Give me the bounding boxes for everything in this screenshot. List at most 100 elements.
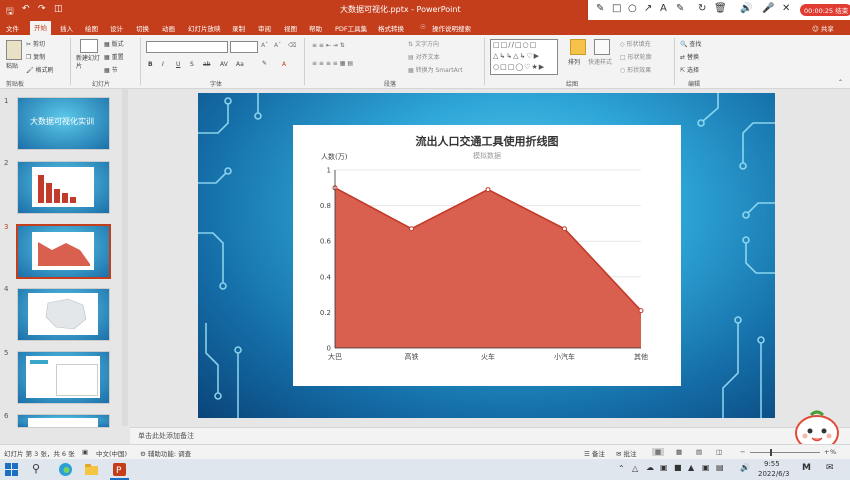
tab-slideshow[interactable]: 幻灯片放映 <box>188 23 221 33</box>
shape-effects-button[interactable]: ○ 形状效果 <box>620 65 651 74</box>
file-explorer-icon[interactable] <box>84 462 99 477</box>
arrange-label[interactable]: 排列 <box>568 57 580 66</box>
copy-button[interactable]: ❐ 复制 <box>26 52 45 61</box>
data-point-其他[interactable] <box>638 308 644 314</box>
tab-format-convert[interactable]: 格式转换 <box>378 23 404 33</box>
network-icon[interactable]: ▤ <box>716 463 724 472</box>
tray-chevron-icon[interactable]: ⌃ <box>618 464 625 473</box>
rectangle-icon[interactable]: □ <box>612 3 621 14</box>
tab-view[interactable]: 视图 <box>284 23 297 33</box>
strike-button[interactable]: ab <box>203 61 211 68</box>
tab-home[interactable]: 开始 <box>30 21 51 35</box>
comments-button[interactable]: ✉ 批注 <box>616 448 637 458</box>
zoom-slider[interactable] <box>750 452 820 453</box>
font-name-select[interactable] <box>146 41 228 53</box>
spellcheck-icon[interactable]: ▣ <box>82 448 88 456</box>
tab-record[interactable]: 录制 <box>232 23 245 33</box>
highlight-icon[interactable]: ✎ <box>262 60 267 67</box>
paste-label[interactable]: 粘贴 <box>6 61 18 70</box>
slide-sorter-icon[interactable]: ▦ <box>676 448 682 456</box>
tab-help[interactable]: 帮助 <box>309 23 322 33</box>
tab-transitions[interactable]: 切换 <box>136 23 149 33</box>
tray-app4-icon[interactable]: ▲ <box>688 463 694 472</box>
smartart-button[interactable]: ▦ 转换为 SmartArt <box>408 65 463 74</box>
shadow-button[interactable]: S <box>190 61 194 68</box>
slide-thumbnail-3[interactable] <box>16 224 111 279</box>
shape-outline-button[interactable]: □ 形状轮廓 <box>620 52 652 61</box>
slide-thumbnail-1[interactable]: 大数据可视化实训 <box>17 97 110 150</box>
search-icon[interactable]: ⚲ <box>32 462 47 477</box>
section-button[interactable]: ▦ 节 <box>104 65 118 74</box>
notes-pane[interactable]: 单击此处添加备注 <box>130 427 850 444</box>
slide-thumbnail-2[interactable] <box>17 161 110 214</box>
normal-view-icon[interactable]: ▦ <box>652 448 665 456</box>
shapes-gallery[interactable]: □□∕∕□○□ △↳↳△↳♡▶ ○□□◯♡★▶ <box>490 39 558 75</box>
text-direction-button[interactable]: ⇅ 文字方向 <box>408 39 439 48</box>
new-slide-label[interactable]: 新建幻灯片 <box>76 55 100 71</box>
redo-icon[interactable]: ↷ <box>38 4 46 14</box>
align-text-button[interactable]: ▤ 对齐文本 <box>408 52 440 61</box>
reset-button[interactable]: ▦ 重置 <box>104 52 124 61</box>
start-slideshow-icon[interactable]: ◫ <box>54 4 63 14</box>
circle-icon[interactable]: ○ <box>628 3 637 14</box>
align-icons[interactable]: ≡ ≡ ≡ ≡ ▦ ▤ <box>312 60 353 67</box>
tray-app-icon[interactable]: △ <box>632 464 638 473</box>
recording-timer[interactable]: 00:00:25 结束 <box>800 4 850 16</box>
reading-view-icon[interactable]: ▤ <box>696 448 702 456</box>
quick-styles-label[interactable]: 快速样式 <box>588 57 612 66</box>
bullets-icon[interactable]: ≡ ≡ ⇤ ⇥ ⇅ <box>312 42 345 49</box>
accessibility-button[interactable]: ⚙ 辅助功能: 调查 <box>140 448 191 458</box>
tray-app2-icon[interactable]: ▣ <box>660 463 668 472</box>
layout-button[interactable]: ▦ 版式 <box>104 39 124 48</box>
undo-icon[interactable]: ↶ <box>22 4 30 14</box>
slide-thumbnail-pane[interactable]: 1 大数据可视化实训 2 3 4 5 6 <box>0 89 128 428</box>
shape-fill-button[interactable]: ◇ 形状填充 <box>620 39 651 48</box>
notification-icon[interactable]: ✉ <box>826 463 834 473</box>
area-chart[interactable]: 流出人口交通工具使用折线图 模拟数据 人数(万) 00.20.40.60.81 … <box>293 125 681 386</box>
clear-format-icon[interactable]: ⌫ <box>288 42 296 49</box>
underline-button[interactable]: U <box>176 61 180 68</box>
zoom-out-icon[interactable]: − <box>740 448 745 456</box>
select-button[interactable]: ⇱ 选择 <box>680 65 699 74</box>
zoom-in-icon[interactable]: + <box>824 448 829 456</box>
paste-icon[interactable] <box>6 40 22 60</box>
highlighter-icon[interactable]: ✎ <box>676 3 684 14</box>
thumbnail-scrollbar[interactable] <box>122 89 128 426</box>
save-icon[interactable]: 🖫 <box>6 4 14 20</box>
arrow-icon[interactable]: ↗ <box>644 3 652 14</box>
edge-browser-icon[interactable] <box>58 462 73 477</box>
find-button[interactable]: 🔍 查找 <box>680 39 701 48</box>
slide-thumbnail-5[interactable] <box>17 351 110 404</box>
delete-icon[interactable]: 🗑 <box>714 3 727 14</box>
language-indicator[interactable]: 中文(中国) <box>96 448 127 458</box>
data-point-高铁[interactable] <box>409 226 414 232</box>
tell-me-search[interactable]: 操作说明搜索 <box>432 23 471 33</box>
slide-thumbnail-6[interactable] <box>17 414 110 428</box>
new-slide-icon[interactable] <box>80 39 98 53</box>
text-icon[interactable]: A <box>660 3 667 14</box>
grow-font-icon[interactable]: Aˆ <box>261 42 268 49</box>
spacing-button[interactable]: AV <box>220 61 228 68</box>
clock-date[interactable]: 2022/6/3 <box>758 470 789 478</box>
chart-container[interactable]: 流出人口交通工具使用折线图 模拟数据 人数(万) 0 0.2 0.4 0.6 0.8 1 … <box>293 125 681 386</box>
notes-button[interactable]: ☰ 备注 <box>584 448 605 458</box>
notes-placeholder[interactable]: 单击此处添加备注 <box>138 431 194 441</box>
tab-design[interactable]: 设计 <box>110 23 123 33</box>
tab-pdf-tools[interactable]: PDF工具集 <box>335 23 367 33</box>
tab-review[interactable]: 审阅 <box>258 23 271 33</box>
ime-icon[interactable]: M <box>802 463 811 473</box>
tab-file[interactable]: 文件 <box>6 23 19 33</box>
font-color-button[interactable]: A <box>282 61 286 68</box>
replace-button[interactable]: ⇄ 替换 <box>680 52 699 61</box>
data-point-小汽车[interactable] <box>562 226 567 232</box>
data-point-火车[interactable] <box>485 187 491 193</box>
zoom-level[interactable]: % <box>830 448 836 456</box>
speaker-icon[interactable]: 🔊 <box>740 3 752 14</box>
powerpoint-taskbar-icon[interactable]: P <box>112 462 127 477</box>
tray-cloud-icon[interactable]: ☁ <box>646 463 654 472</box>
slideshow-view-icon[interactable]: ◫ <box>716 448 722 456</box>
italic-button[interactable]: I <box>162 61 164 68</box>
close-icon[interactable]: ✕ <box>782 3 790 14</box>
shrink-font-icon[interactable]: Aˇ <box>274 42 281 49</box>
arrange-icon[interactable] <box>570 39 586 55</box>
